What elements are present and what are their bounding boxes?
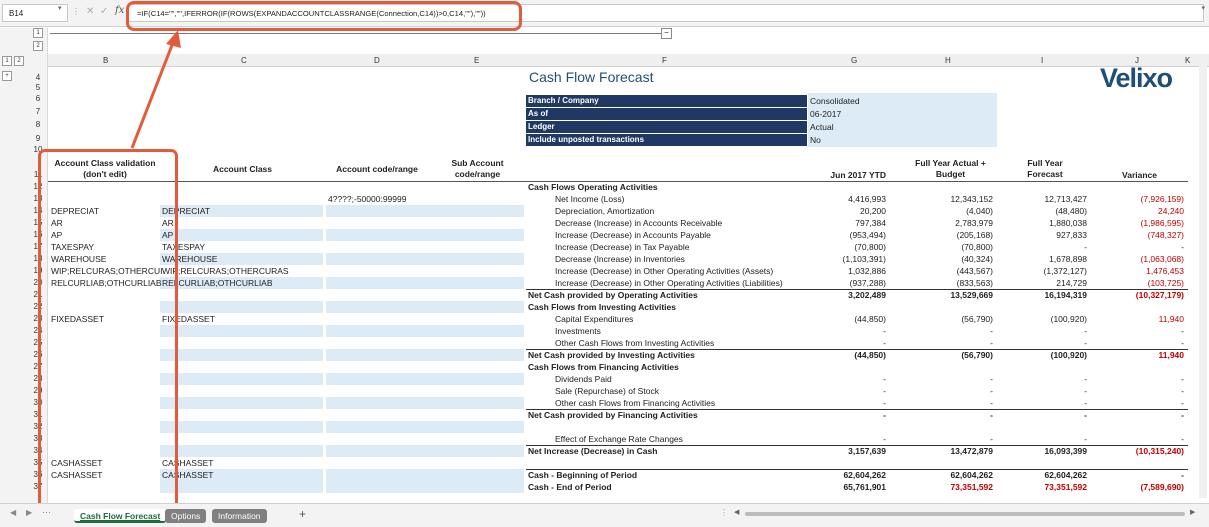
tab-cash-flow-forecast[interactable]: Cash Flow Forecast: [74, 509, 167, 523]
more-sheets-icon[interactable]: ⋯: [42, 507, 51, 518]
horizontal-scrollbar[interactable]: [745, 512, 1185, 516]
vertical-scrollbar[interactable]: [1199, 58, 1207, 498]
prev-sheet-icon[interactable]: ◀: [10, 508, 16, 517]
tab-options[interactable]: Options: [165, 509, 207, 523]
tab-information[interactable]: Information: [212, 509, 267, 523]
scroll-left-icon[interactable]: ◀: [734, 508, 739, 516]
scroll-right-icon[interactable]: ▶: [1190, 508, 1195, 516]
next-sheet-icon[interactable]: ▶: [26, 508, 32, 517]
add-sheet-button[interactable]: +: [299, 507, 306, 521]
annotation-arrow: [130, 30, 181, 149]
sheet-tabs-menu-icon[interactable]: ⋮: [720, 508, 728, 517]
